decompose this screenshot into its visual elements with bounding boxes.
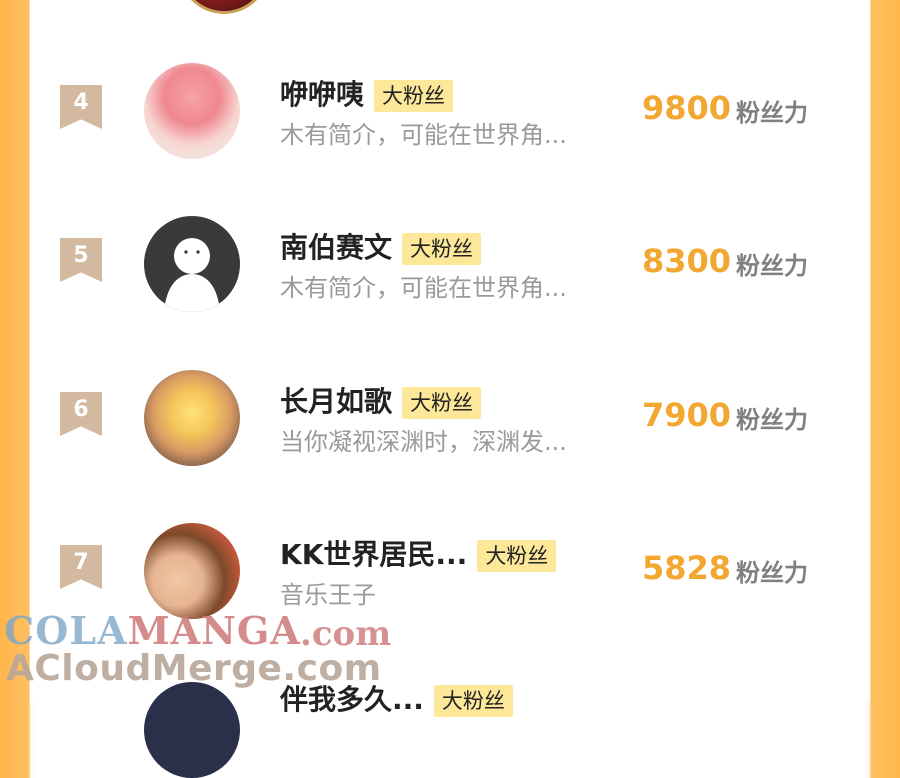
fan-badge: 大粉丝	[374, 80, 454, 112]
fan-score: 9800	[642, 89, 732, 127]
ranking-row[interactable]: 5 南伯赛文 大粉丝 木有简介，可能在世界角... 8300 粉丝力	[30, 208, 870, 318]
avatar-rank-3-partial[interactable]	[178, 0, 270, 14]
watermark-text: ACloudMerge.com	[6, 648, 382, 689]
user-name[interactable]: 南伯赛文 大粉丝	[280, 226, 482, 266]
fan-score: 7900	[642, 396, 732, 434]
rank-ribbon: 4	[60, 85, 102, 129]
fan-score-unit: 粉丝力	[736, 406, 808, 434]
fan-badge: 大粉丝	[402, 233, 482, 265]
user-bio: 木有简介，可能在世界角...	[280, 121, 567, 149]
fan-score: 5828	[642, 549, 732, 587]
watermark-logo: COLAMANGA	[4, 608, 301, 653]
user-name[interactable]: 长月如歌 大粉丝	[280, 380, 482, 420]
avatar[interactable]	[144, 63, 240, 159]
user-name[interactable]: 咿咿咦 大粉丝	[280, 73, 454, 113]
ranking-row[interactable]: 4 咿咿咦 大粉丝 木有简介，可能在世界角... 9800 粉丝力	[30, 55, 870, 165]
fan-score: 8300	[642, 242, 732, 280]
avatar[interactable]	[144, 216, 240, 312]
fan-badge: 大粉丝	[402, 387, 482, 419]
user-name[interactable]: KK世界居民... 大粉丝	[280, 533, 557, 573]
rank-ribbon: 7	[60, 545, 102, 589]
user-bio: 当你凝视深渊时，深渊发...	[280, 428, 567, 456]
rank-ribbon: 5	[60, 238, 102, 282]
avatar[interactable]	[144, 370, 240, 466]
fan-score-unit: 粉丝力	[736, 99, 808, 127]
rank-ribbon: 6	[60, 392, 102, 436]
default-avatar-icon	[164, 238, 220, 312]
user-bio: 木有简介，可能在世界角...	[280, 274, 567, 302]
ranking-panel: 4 咿咿咦 大粉丝 木有简介，可能在世界角... 9800 粉丝力 5 南伯赛文大…	[30, 0, 870, 778]
ranking-row[interactable]: 6 长月如歌 大粉丝 当你凝视深渊时，深渊发... 7900 粉丝力	[30, 362, 870, 472]
user-bio: 音乐王子	[280, 581, 376, 609]
fan-badge: 大粉丝	[433, 685, 513, 717]
fan-score-unit: 粉丝力	[736, 559, 808, 587]
avatar[interactable]	[144, 523, 240, 619]
fan-badge: 大粉丝	[477, 540, 557, 572]
fan-score-unit: 粉丝力	[736, 252, 808, 280]
avatar[interactable]	[144, 682, 240, 778]
